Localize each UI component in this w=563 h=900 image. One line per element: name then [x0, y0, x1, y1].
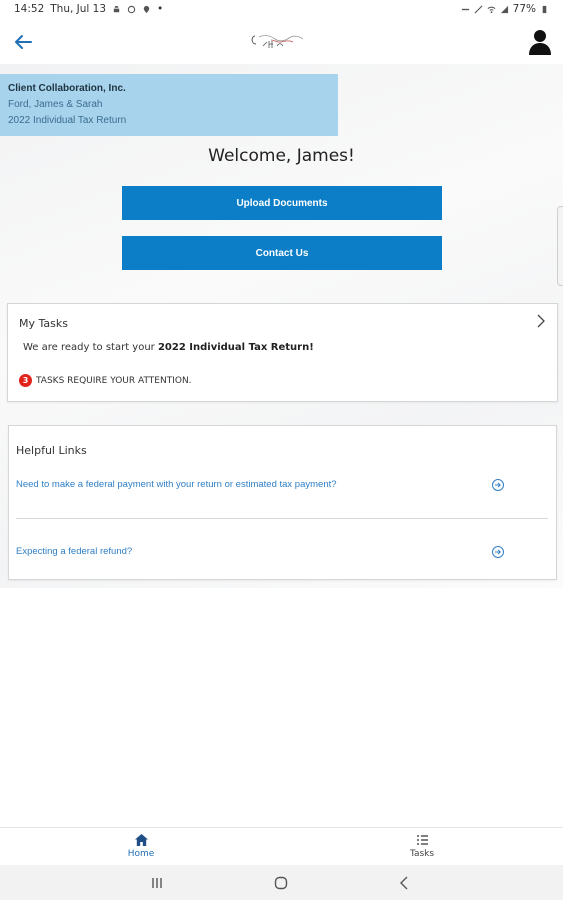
contact-us-button[interactable]: Contact Us: [122, 236, 442, 270]
tasks-attention-text: TASKS REQUIRE YOUR ATTENTION.: [36, 375, 192, 386]
my-tasks-title: My Tasks: [19, 317, 68, 330]
tasks-list-icon: [416, 835, 428, 845]
battery-percent: 77%: [512, 3, 536, 15]
status-bar: 14:52 Thu, Jul 13 • 77%: [0, 0, 563, 20]
back-arrow-icon[interactable]: [10, 29, 36, 55]
helpful-links-title: Helpful Links: [16, 444, 87, 457]
client-name: Ford, James & Sarah: [8, 99, 103, 110]
arrow-circle-right-icon[interactable]: [491, 478, 505, 492]
status-time: 14:52: [14, 3, 45, 15]
nav-tasks-label: Tasks: [409, 849, 435, 859]
my-tasks-card[interactable]: My Tasks We are ready to start your 2022…: [7, 303, 558, 402]
mute-icon: [474, 5, 483, 13]
signal-icon: [500, 5, 508, 13]
tasks-attention: 3 TASKS REQUIRE YOUR ATTENTION.: [19, 374, 192, 387]
tasks-message-return: 2022 Individual Tax Return!: [157, 342, 314, 353]
link-icon: [461, 8, 469, 10]
recent-apps-icon[interactable]: [148, 874, 166, 892]
dot-icon: •: [157, 3, 164, 15]
home-icon: [134, 834, 148, 846]
upload-documents-button[interactable]: Upload Documents: [122, 186, 442, 220]
sync-icon: [127, 5, 136, 13]
arrow-circle-right-icon[interactable]: [491, 545, 505, 559]
app-logo: [251, 35, 304, 48]
home-circle-icon[interactable]: [272, 874, 290, 892]
android-icon: [113, 5, 120, 12]
tasks-message: We are ready to start your 2022 Individu…: [23, 342, 314, 353]
return-name: 2022 Individual Tax Return: [8, 115, 127, 126]
nav-home-label: Home: [127, 849, 155, 859]
link-federal-payment-label[interactable]: Need to make a federal payment with your…: [16, 479, 337, 490]
side-panel-handle[interactable]: [557, 206, 563, 286]
tasks-message-prefix: We are ready to start your: [23, 342, 158, 353]
nav-home[interactable]: Home: [101, 828, 181, 866]
system-navigation-bar: [0, 865, 563, 900]
status-date: Thu, Jul 13: [50, 3, 107, 15]
system-back-icon[interactable]: [396, 874, 414, 892]
firm-name: Client Collaboration, Inc.: [8, 83, 126, 94]
nav-tasks[interactable]: Tasks: [382, 828, 462, 866]
user-avatar-icon[interactable]: [527, 28, 553, 56]
tasks-count-badge: 3: [19, 374, 32, 387]
client-info-card: Client Collaboration, Inc. Ford, James &…: [0, 74, 338, 136]
battery-icon: [542, 5, 547, 13]
links-divider: [16, 518, 548, 519]
helpful-links-card: Helpful Links Need to make a federal pay…: [8, 425, 557, 580]
welcome-heading: Welcome, James!: [208, 146, 355, 166]
link-federal-refund-label[interactable]: Expecting a federal refund?: [16, 546, 132, 557]
bottom-navigation: Home Tasks: [0, 827, 563, 866]
location-icon: [143, 5, 150, 13]
link-federal-refund[interactable]: Expecting a federal refund?: [16, 543, 504, 563]
chevron-right-icon[interactable]: [535, 314, 547, 328]
app-bar: [0, 20, 563, 64]
link-federal-payment[interactable]: Need to make a federal payment with your…: [16, 476, 504, 496]
wifi-icon: [487, 6, 496, 13]
